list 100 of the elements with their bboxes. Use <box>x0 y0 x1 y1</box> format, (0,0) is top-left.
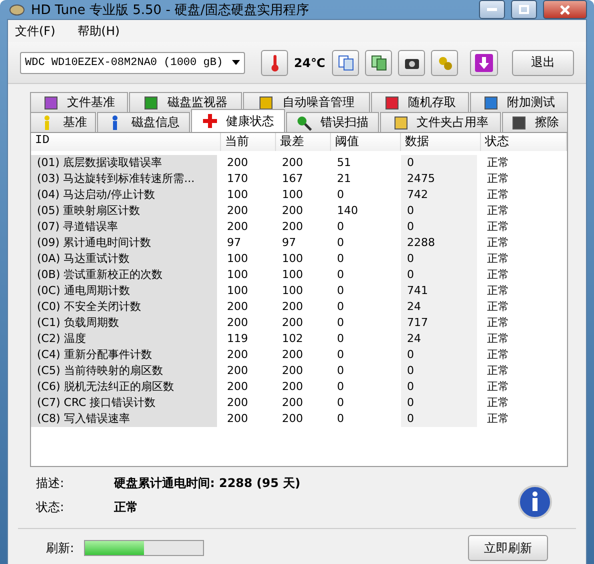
detail-label: 状态: <box>36 498 66 516</box>
table-cell-text: 51 <box>336 155 352 171</box>
column-header[interactable]: 当前 <box>221 133 276 151</box>
table-cell-text: 97 <box>281 235 297 251</box>
tab[interactable]: 错误扫描 <box>286 112 380 132</box>
table-cell-text: 200 <box>281 203 304 219</box>
table-cell-text: 0 <box>336 411 345 427</box>
table-cell-text: 0 <box>336 219 345 235</box>
drive-dropdown[interactable]: WDC WD10EZEX-08M2NA0 (1000 gB) <box>20 52 245 74</box>
table-cell-text: 200 <box>281 395 304 411</box>
table-cell-text: 200 <box>281 155 304 171</box>
screenshot-button[interactable] <box>398 50 425 76</box>
table-cell-text: 正常 <box>486 235 510 251</box>
dropdown-arrow-icon <box>232 60 240 65</box>
column-header[interactable]: 数据 <box>401 133 481 151</box>
table-cell-text: 正常 <box>486 219 510 235</box>
minimize-button[interactable] <box>479 0 505 19</box>
table-cell: 24 <box>401 331 477 347</box>
maximize-button[interactable] <box>511 0 537 19</box>
exit-button[interactable]: 退出 <box>512 50 574 76</box>
detail-value: 硬盘累计通电时间: 2288 (95 天) <box>114 475 302 492</box>
table-cell: (C5) 当前待映射的扇区数 <box>31 363 217 379</box>
tab[interactable]: 磁盘信息 <box>96 112 190 132</box>
tab[interactable]: 随机存取 <box>371 92 469 112</box>
options-button[interactable] <box>431 50 458 76</box>
table-cell-text: 200 <box>226 203 249 219</box>
close-icon <box>560 4 570 14</box>
copy-image-button[interactable] <box>365 50 392 76</box>
table-cell-text: 200 <box>281 411 304 427</box>
table-cell-text: 正常 <box>486 331 510 347</box>
table-cell-text: 正常 <box>486 251 510 267</box>
table-cell-text: 200 <box>226 379 249 395</box>
table-cell-text: 100 <box>281 267 304 283</box>
info-icon[interactable] <box>518 485 552 519</box>
table-cell: (0B) 尝试重新校正的次数 <box>31 267 217 283</box>
tab[interactable]: 自动噪音管理 <box>242 92 370 112</box>
copy-text-button[interactable] <box>332 50 359 76</box>
disk-icon <box>9 2 25 18</box>
table-cell: (C7) CRC 接口错误计数 <box>31 395 217 411</box>
column-header[interactable]: 阈值 <box>331 133 401 151</box>
table-cell: (09) 累计通电时间计数 <box>31 235 217 251</box>
menu-item[interactable]: 文件(F) <box>15 23 56 39</box>
table-cell-text: 0 <box>336 251 345 267</box>
table-cell-text: 200 <box>226 299 249 315</box>
temperature-button[interactable] <box>261 50 288 76</box>
table-cell-text: 100 <box>226 283 249 299</box>
table-cell-text: 200 <box>226 155 249 171</box>
tab[interactable]: 基准 <box>30 112 96 132</box>
table-cell-text: 正常 <box>486 315 510 331</box>
table-cell-text: 200 <box>226 411 249 427</box>
table-cell-text: 200 <box>281 347 304 363</box>
table-cell-text: 正常 <box>486 347 510 363</box>
table-cell: (07) 寻道错误率 <box>31 219 217 235</box>
tab[interactable]: 磁盘监视器 <box>129 92 242 112</box>
table-cell: (03) 马达旋转到标准转速所需... <box>31 171 217 187</box>
refresh-now-button[interactable]: 立即刷新 <box>468 535 548 561</box>
tab[interactable]: 擦除 <box>502 112 568 132</box>
table-cell: (0A) 马达重试计数 <box>31 251 217 267</box>
column-header[interactable]: 状态 <box>481 133 567 151</box>
close-button[interactable] <box>543 0 587 19</box>
tab[interactable]: 文件夹占用率 <box>380 112 502 132</box>
menu-item[interactable]: 帮助(H) <box>77 23 120 39</box>
table-cell: 0 <box>401 363 477 379</box>
table-cell-text: 0 <box>336 235 345 251</box>
minimize-icon <box>487 8 497 12</box>
table-cell: 0 <box>401 219 477 235</box>
table-cell-text: 0 <box>336 395 345 411</box>
table-cell: (C8) 写入错误速率 <box>31 411 217 427</box>
table-cell-text: 102 <box>281 331 304 347</box>
table-cell: 2475 <box>401 171 477 187</box>
column-header[interactable]: 最差 <box>276 133 331 151</box>
table-cell-text: 正常 <box>486 187 510 203</box>
table-cell-text: 0 <box>336 363 345 379</box>
table-cell: (0C) 通电周期计数 <box>31 283 217 299</box>
table-cell-text: 200 <box>226 315 249 331</box>
table-cell-text: 200 <box>226 395 249 411</box>
documents-icon <box>370 54 386 70</box>
table-cell: 0 <box>401 347 477 363</box>
window-title: HD Tune 专业版 5.50 - 硬盘/固态硬盘实用程序 <box>31 2 310 18</box>
table-cell: (C1) 负载周期数 <box>31 315 217 331</box>
table-cell: 0 <box>401 379 477 395</box>
table-cell-text: 正常 <box>486 411 510 427</box>
table-cell-text: 100 <box>281 283 304 299</box>
table-cell-text: 200 <box>281 299 304 315</box>
table-cell: (C6) 脱机无法纠正的扇区数 <box>31 379 217 395</box>
thermometer-icon <box>270 54 278 72</box>
table-cell-text: 0 <box>336 299 345 315</box>
tab[interactable]: 文件基准 <box>30 92 128 112</box>
table-cell-text: 0 <box>336 315 345 331</box>
table-cell-text: 200 <box>226 347 249 363</box>
column-header[interactable]: ID <box>31 133 221 151</box>
save-button[interactable] <box>470 50 498 76</box>
table-cell-text: 0 <box>336 187 345 203</box>
table-cell-text: 119 <box>226 331 249 347</box>
table-cell-text: 200 <box>281 219 304 235</box>
tab[interactable]: 附加测试 <box>470 92 568 112</box>
tab[interactable]: 健康状态 <box>191 109 285 132</box>
table-cell-text: 0 <box>336 379 345 395</box>
table-cell: (C4) 重新分配事件计数 <box>31 347 217 363</box>
table-cell-text: 正常 <box>486 363 510 379</box>
